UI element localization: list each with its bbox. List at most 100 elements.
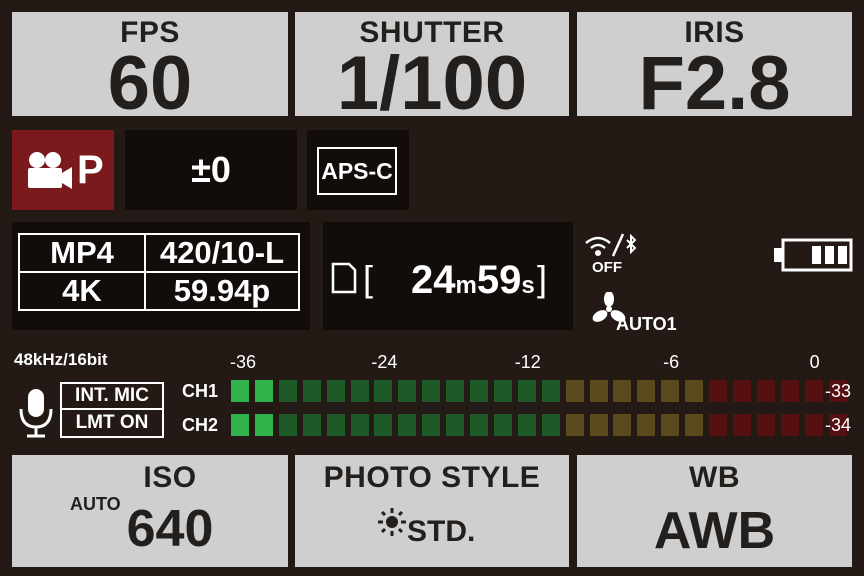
channel-label: CH1 — [182, 381, 219, 401]
meter-segment — [565, 380, 584, 402]
remaining-minutes: 24 — [411, 258, 456, 302]
minute-unit: m — [455, 272, 477, 299]
meter-segment — [732, 380, 751, 402]
fps-value: 60 — [107, 41, 193, 126]
meter-segment — [446, 380, 465, 402]
meter-segment — [398, 380, 417, 402]
battery-icon — [774, 238, 853, 272]
meter-segment — [278, 380, 297, 402]
crop-box[interactable]: APS-C — [307, 130, 409, 210]
meter-segment — [422, 380, 441, 402]
meter-segment — [254, 414, 273, 436]
meter-segment — [493, 380, 512, 402]
exposure-comp-box[interactable]: ±0 — [125, 130, 297, 210]
meter-scale-tick: -24 — [371, 352, 398, 372]
meter-segment — [780, 414, 799, 436]
photo-style-label: PHOTO STYLE — [323, 461, 541, 494]
wb-value: AWB — [653, 502, 776, 560]
meter-segment — [756, 380, 775, 402]
meter-segment — [302, 414, 321, 436]
meter-segment — [517, 414, 536, 436]
meter-segment — [326, 380, 345, 402]
mode-letter: P — [77, 148, 104, 192]
recording-format-table: MP4 420/10-L 4K 59.94p — [18, 233, 300, 311]
meter-segment — [780, 380, 799, 402]
iso-auto-prefix: AUTO — [70, 494, 121, 514]
meter-segment — [374, 414, 393, 436]
sampling-format: 420/10-L — [144, 233, 300, 273]
second-unit: s — [521, 272, 535, 299]
remaining-seconds: 59 — [476, 258, 522, 302]
wireless-status: OFF — [592, 259, 622, 276]
mic-label: INT. MIC — [62, 384, 162, 410]
resolution: 4K — [18, 271, 146, 311]
meter-segment — [637, 414, 656, 436]
microphone-icon — [19, 389, 53, 438]
meter-segment — [398, 414, 417, 436]
meter-scale-tick: 0 — [809, 352, 820, 372]
audio-format: 48kHz/16bit — [14, 350, 108, 369]
wb-tile[interactable]: WB AWB — [577, 455, 852, 567]
meter-segment — [541, 414, 560, 436]
sd-card-icon — [331, 262, 357, 294]
channel-peak-value: -33 — [825, 381, 852, 401]
meter-segment — [613, 380, 632, 402]
meter-segment — [422, 414, 441, 436]
meter-segment — [709, 380, 727, 402]
meter-segment — [470, 380, 488, 402]
meter-segment — [493, 414, 512, 436]
remaining-time-panel: [ 24m59s ] — [323, 222, 573, 330]
meter-segment — [350, 380, 369, 402]
meter-scale-tick: -12 — [514, 352, 541, 372]
meter-segment — [541, 380, 560, 402]
meter-segment — [278, 414, 297, 436]
meter-segment — [254, 380, 273, 402]
meter-segment — [637, 380, 656, 402]
meter-segment — [231, 380, 249, 402]
time-bracket-open: [ — [363, 258, 374, 299]
meter-segment — [685, 414, 704, 436]
meter-scale-tick: -36 — [229, 352, 257, 372]
meter-scale-tick: -6 — [663, 352, 680, 372]
meter-segment — [709, 414, 727, 436]
recording-format-panel[interactable]: MP4 420/10-L 4K 59.94p — [12, 222, 310, 330]
channel-label: CH2 — [182, 415, 219, 435]
channel-peak-value: -34 — [825, 415, 852, 435]
meter-segment — [613, 414, 632, 436]
shooting-mode-badge[interactable]: P — [12, 130, 114, 210]
file-format: MP4 — [18, 233, 146, 273]
aps-c-badge: APS-C — [317, 147, 397, 195]
movie-camera-icon — [28, 152, 72, 189]
meter-segment — [350, 414, 369, 436]
exposure-comp-value: ±0 — [191, 149, 231, 190]
photo-style-value: STD. — [407, 515, 476, 548]
meter-segment — [470, 414, 488, 436]
meter-segment — [685, 380, 704, 402]
meter-segment — [517, 380, 536, 402]
meter-segment — [804, 414, 823, 436]
frame-rate: 59.94p — [144, 271, 300, 311]
meter-segment — [302, 380, 321, 402]
wb-label: WB — [689, 461, 740, 494]
meter-segment — [589, 380, 608, 402]
meter-segment — [804, 380, 823, 402]
meter-segment — [661, 380, 680, 402]
iso-tile[interactable]: ISO AUTO 640 — [12, 455, 288, 567]
meter-segment — [756, 414, 775, 436]
iso-value: 640 — [126, 500, 214, 558]
photo-style-icon — [378, 508, 406, 536]
meter-segment — [589, 414, 608, 436]
meter-segment — [231, 414, 249, 436]
fps-tile[interactable]: FPS 60 — [12, 12, 288, 122]
mic-badge[interactable]: INT. MIC LMT ON — [60, 382, 164, 438]
photo-style-tile[interactable]: PHOTO STYLE STD. — [295, 455, 569, 567]
iris-value: F2.8 — [638, 41, 791, 126]
wifi-bluetooth-icon — [585, 233, 637, 257]
shutter-tile[interactable]: SHUTTER 1/100 — [295, 12, 569, 122]
meter-segment — [732, 414, 751, 436]
limiter-label: LMT ON — [75, 412, 149, 433]
iris-tile[interactable]: IRIS F2.8 — [577, 12, 852, 122]
remaining-time: 24m59s — [411, 258, 535, 303]
iso-label: ISO — [143, 461, 197, 494]
time-bracket-close: ] — [537, 258, 548, 299]
